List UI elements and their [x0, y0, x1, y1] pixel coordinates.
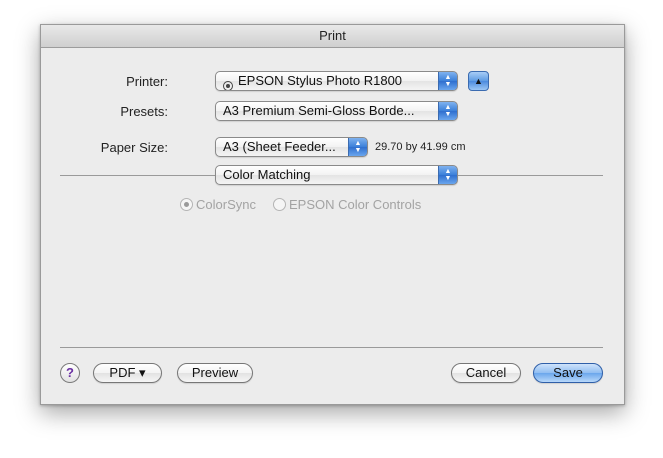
paper-dimensions: 29.70 by 41.99 cm	[375, 141, 466, 153]
help-button[interactable]: ?	[60, 363, 80, 383]
pdf-button[interactable]: PDF ▾	[93, 363, 162, 383]
triangle-up-icon: ▲	[474, 76, 483, 86]
epson-color-controls-option[interactable]: EPSON Color Controls	[273, 197, 421, 212]
epson-color-controls-label: EPSON Color Controls	[289, 197, 422, 212]
popup-arrows-icon: ▲ ▼	[438, 166, 457, 184]
panel-divider-right	[458, 175, 603, 176]
printer-label: Printer:	[126, 74, 168, 89]
radio-selected-icon	[180, 198, 193, 211]
popup-arrows-icon: ▲ ▼	[438, 72, 457, 90]
printer-value: EPSON Stylus Photo R1800	[238, 73, 403, 88]
colorsync-option[interactable]: ColorSync	[180, 197, 256, 212]
bottom-divider	[60, 347, 603, 348]
popup-arrows-icon: ▲ ▼	[348, 138, 367, 156]
presets-popup[interactable]: A3 Premium Semi-Gloss Borde... ▲ ▼	[215, 101, 458, 121]
paper-size-value: A3 (Sheet Feeder...	[223, 139, 336, 154]
cancel-button[interactable]: Cancel	[451, 363, 521, 383]
printer-icon	[223, 81, 233, 90]
presets-value: A3 Premium Semi-Gloss Borde...	[223, 103, 415, 118]
disclosure-triangle-button[interactable]: ▲	[468, 71, 489, 91]
preview-button[interactable]: Preview	[177, 363, 253, 383]
printer-popup[interactable]: EPSON Stylus Photo R1800 ▲ ▼	[215, 71, 458, 91]
window-title: Print	[41, 25, 624, 48]
presets-label: Presets:	[120, 104, 168, 119]
save-button[interactable]: Save	[533, 363, 603, 383]
panel-divider-left	[60, 175, 215, 176]
panel-popup[interactable]: Color Matching ▲ ▼	[215, 165, 458, 185]
popup-arrows-icon: ▲ ▼	[438, 102, 457, 120]
panel-popup-value: Color Matching	[223, 167, 311, 182]
paper-size-popup[interactable]: A3 (Sheet Feeder... ▲ ▼	[215, 137, 368, 157]
colorsync-label: ColorSync	[196, 197, 256, 212]
radio-unselected-icon	[273, 198, 286, 211]
paper-size-label: Paper Size:	[100, 140, 168, 155]
